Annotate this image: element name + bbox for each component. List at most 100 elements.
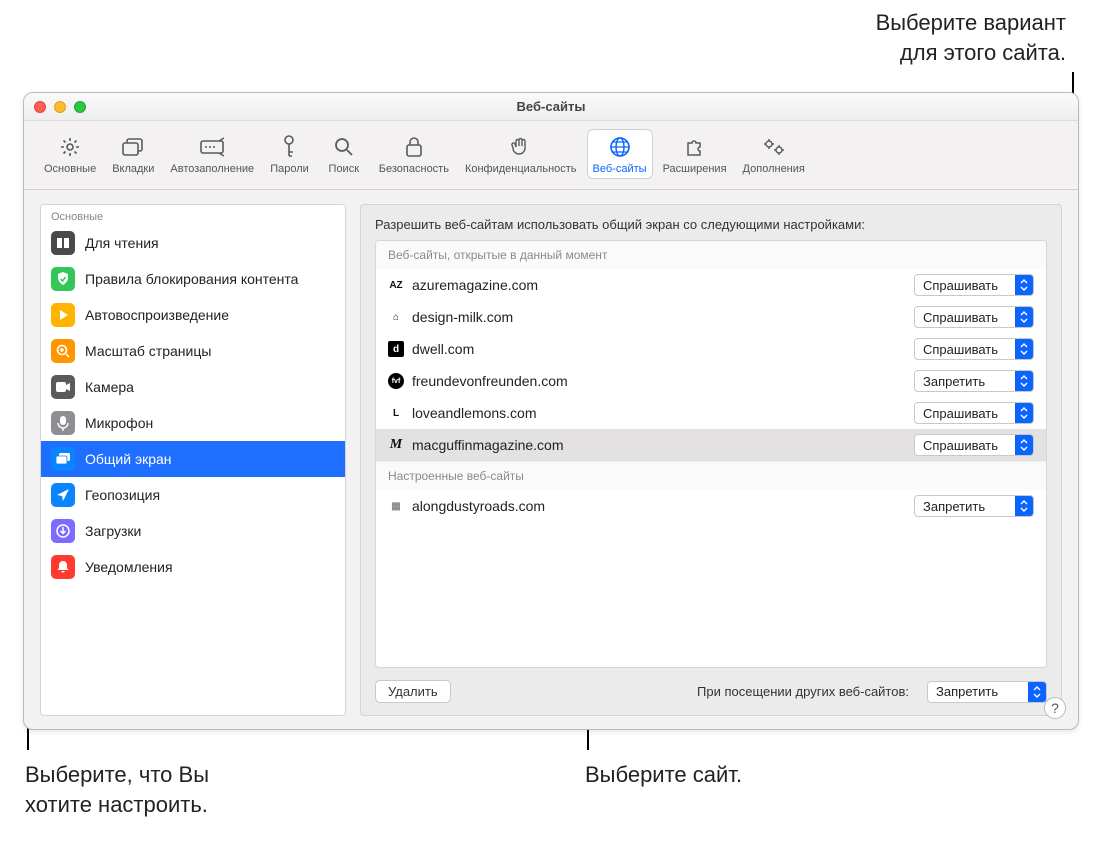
tab-privacy[interactable]: Конфиденциальность [459,129,583,179]
dropdown-arrows-icon [1028,682,1046,702]
dropdown-arrows-icon [1015,307,1033,327]
tab-tabs[interactable]: Вкладки [106,129,160,179]
sidebar-group-label: Основные [41,205,345,225]
sidebar: Основные Для чтения Правила блокирования… [40,204,346,716]
dropdown-label: Спрашивать [923,310,1015,325]
sidebar-item-label: Общий экран [85,451,172,467]
toolbar-label: Безопасность [379,163,449,175]
search-icon [329,133,359,161]
site-row[interactable]: ⌂ design-milk.com Спрашивать [376,301,1046,333]
tab-security[interactable]: Безопасность [373,129,455,179]
gears-icon [759,133,789,161]
dropdown-arrows-icon [1015,435,1033,455]
site-domain: dwell.com [412,341,906,357]
site-permission-dropdown[interactable]: Спрашивать [914,306,1034,328]
site-permission-dropdown[interactable]: Спрашивать [914,274,1034,296]
dropdown-arrows-icon [1015,339,1033,359]
site-permission-dropdown[interactable]: Запретить [914,495,1034,517]
site-row[interactable]: fvf freundevonfreunden.com Запретить [376,365,1046,397]
camera-icon [51,375,75,399]
bell-icon [51,555,75,579]
dropdown-label: Спрашивать [923,438,1015,453]
tab-extensions[interactable]: Расширения [657,129,733,179]
dropdown-arrows-icon [1015,496,1033,516]
sidebar-item-shield[interactable]: Правила блокирования контента [41,261,345,297]
tab-general[interactable]: Основные [38,129,102,179]
play-icon [51,303,75,327]
site-favicon: fvf [388,373,404,389]
callout-text: хотите настроить. [25,790,209,820]
toolbar-label: Автозаполнение [170,163,254,175]
site-permission-dropdown[interactable]: Запретить [914,370,1034,392]
sidebar-item-play[interactable]: Автовоспроизведение [41,297,345,333]
site-domain: loveandlemons.com [412,405,906,421]
download-icon [51,519,75,543]
site-row[interactable]: L loveandlemons.com Спрашивать [376,397,1046,429]
close-button[interactable] [34,101,46,113]
sidebar-item-mic[interactable]: Микрофон [41,405,345,441]
main-panel: Разрешить веб-сайтам использовать общий … [360,204,1062,716]
toolbar-label: Конфиденциальность [465,163,577,175]
site-domain: azuremagazine.com [412,277,906,293]
toolbar-label: Расширения [663,163,727,175]
sidebar-item-bell[interactable]: Уведомления [41,549,345,585]
screens-icon [51,447,75,471]
sidebar-item-download[interactable]: Загрузки [41,513,345,549]
toolbar-label: Поиск [329,163,359,175]
sidebar-item-camera[interactable]: Камера [41,369,345,405]
site-favicon: ▦ [388,498,404,514]
site-domain: macguffinmagazine.com [412,437,906,453]
sidebar-item-label: Загрузки [85,523,141,539]
sidebar-item-book[interactable]: Для чтения [41,225,345,261]
tab-search[interactable]: Поиск [319,129,369,179]
site-permission-dropdown[interactable]: Спрашивать [914,338,1034,360]
sites-list: Веб-сайты, открытые в данный момент AZ a… [375,240,1047,668]
sidebar-item-label: Геопозиция [85,487,160,503]
toolbar-label: Пароли [270,163,309,175]
tab-websites[interactable]: Веб-сайты [587,129,653,179]
gear-icon [55,133,85,161]
site-domain: freundevonfreunden.com [412,373,906,389]
tab-advanced[interactable]: Дополнения [737,129,811,179]
minimize-button[interactable] [54,101,66,113]
site-domain: alongdustyroads.com [412,498,906,514]
sidebar-item-label: Автовоспроизведение [85,307,229,323]
site-permission-dropdown[interactable]: Спрашивать [914,434,1034,456]
site-favicon: d [388,341,404,357]
sidebar-item-label: Масштаб страницы [85,343,211,359]
toolbar: Основные Вкладки Автозаполнение Пароли П… [24,121,1078,190]
zoom-icon [51,339,75,363]
open-sites-header: Веб-сайты, открытые в данный момент [376,241,1046,269]
dropdown-label: Спрашивать [923,278,1015,293]
site-favicon: M [388,437,404,453]
zoom-button[interactable] [74,101,86,113]
location-icon [51,483,75,507]
tab-passwords[interactable]: Пароли [264,129,315,179]
delete-button[interactable]: Удалить [375,680,451,703]
sidebar-item-screens[interactable]: Общий экран [41,441,345,477]
other-sites-dropdown[interactable]: Запретить [927,681,1047,703]
book-icon [51,231,75,255]
dropdown-arrows-icon [1015,275,1033,295]
globe-icon [605,133,635,161]
site-row[interactable]: ▦ alongdustyroads.com Запретить [376,490,1046,522]
titlebar: Веб-сайты [24,93,1078,121]
toolbar-label: Вкладки [112,163,154,175]
tab-autofill[interactable]: Автозаполнение [164,129,260,179]
site-domain: design-milk.com [412,309,906,325]
sidebar-item-label: Правила блокирования контента [85,271,298,287]
autofill-icon [197,133,227,161]
dropdown-label: Запретить [923,374,1015,389]
hand-icon [506,133,536,161]
dropdown-label: Запретить [923,499,1015,514]
help-button[interactable]: ? [1044,697,1066,719]
sidebar-item-location[interactable]: Геопозиция [41,477,345,513]
main-heading: Разрешить веб-сайтам использовать общий … [375,217,1047,232]
site-row[interactable]: AZ azuremagazine.com Спрашивать [376,269,1046,301]
toolbar-label: Дополнения [743,163,805,175]
sidebar-item-zoom[interactable]: Масштаб страницы [41,333,345,369]
site-row[interactable]: M macguffinmagazine.com Спрашивать [376,429,1046,461]
toolbar-label: Основные [44,163,96,175]
site-permission-dropdown[interactable]: Спрашивать [914,402,1034,424]
site-row[interactable]: d dwell.com Спрашивать [376,333,1046,365]
